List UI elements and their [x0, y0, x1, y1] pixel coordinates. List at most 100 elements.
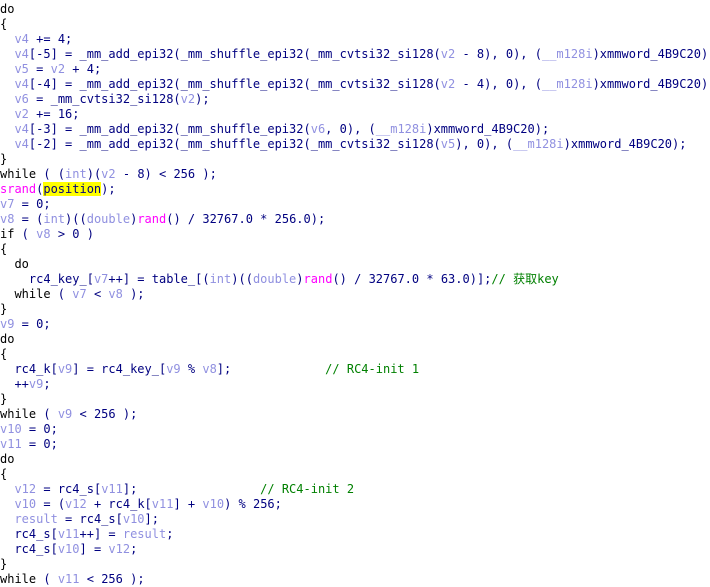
- intrinsic-function-name: _mm_cvtsi32_si128: [310, 47, 434, 61]
- code-line[interactable]: while ( v11 < 256 );: [0, 572, 710, 587]
- punctuation: (: [173, 77, 181, 91]
- code-line[interactable]: result = rc4_s[v10];: [0, 512, 710, 527]
- code-line[interactable]: }: [0, 392, 710, 407]
- punctuation: );: [122, 287, 145, 301]
- local-variable: v4: [14, 47, 29, 61]
- code-line[interactable]: v9 = 0;: [0, 317, 710, 332]
- punctuation: +=: [28, 32, 58, 46]
- type-name: __m128i: [375, 122, 427, 136]
- code-line[interactable]: }: [0, 302, 710, 317]
- punctuation: ;: [72, 107, 80, 121]
- code-line[interactable]: while ( v9 < 256 );: [0, 407, 710, 422]
- punctuation: [0, 77, 14, 91]
- local-variable: v7: [72, 287, 87, 301]
- punctuation: ] =: [50, 122, 80, 136]
- code-line[interactable]: if ( v8 > 0 ): [0, 227, 710, 242]
- code-line[interactable]: do: [0, 452, 710, 467]
- code-line[interactable]: rc4_key_[v7++] = table_[(int)((double)ra…: [0, 272, 710, 287]
- pseudocode-text-area[interactable]: do{ v4 += 4; v4[-5] = _mm_add_epi32(_mm_…: [0, 0, 710, 587]
- punctuation: );: [195, 92, 210, 106]
- code-line[interactable]: while ( v7 < v8 );: [0, 287, 710, 302]
- punctuation: =: [28, 62, 51, 76]
- numeric-literal: 4: [57, 32, 66, 46]
- code-line[interactable]: v5 = v2 + 4;: [0, 62, 710, 77]
- code-line[interactable]: v4[-4] = _mm_add_epi32(_mm_shuffle_epi32…: [0, 77, 710, 92]
- punctuation: [-: [28, 77, 44, 91]
- local-variable: v5: [14, 62, 29, 76]
- global-variable: rc4_s: [79, 512, 116, 526]
- code-line[interactable]: v7 = 0;: [0, 197, 710, 212]
- punctuation: ] =: [50, 47, 80, 61]
- code-line[interactable]: {: [0, 242, 710, 257]
- code-line[interactable]: do: [0, 2, 710, 17]
- punctuation: ;: [65, 32, 73, 46]
- local-variable: v8: [202, 362, 217, 376]
- punctuation: ,: [325, 122, 340, 136]
- punctuation: %: [180, 362, 203, 376]
- code-line[interactable]: {: [0, 17, 710, 32]
- intrinsic-function-name: _mm_add_epi32: [79, 77, 174, 91]
- numeric-literal: 0: [505, 77, 514, 91]
- local-variable: v12: [108, 542, 131, 556]
- punctuation: ), (: [346, 122, 376, 136]
- code-line[interactable]: ++v9;: [0, 377, 710, 392]
- code-line[interactable]: rc4_s[v10] = v12;: [0, 542, 710, 557]
- code-line[interactable]: srand(position);: [0, 182, 710, 197]
- code-line[interactable]: v4[-3] = _mm_add_epi32(_mm_shuffle_epi32…: [0, 122, 710, 137]
- punctuation: (: [303, 137, 311, 151]
- code-line[interactable]: rc4_k[v9] = rc4_key_[v9 % v8]; // RC4-in…: [0, 362, 710, 377]
- code-comment: // RC4-init 1: [325, 362, 420, 376]
- local-variable: result: [14, 512, 58, 526]
- code-line[interactable]: v4[-2] = _mm_add_epi32(_mm_shuffle_epi32…: [0, 137, 710, 152]
- code-line[interactable]: v8 = (int)((double)rand() / 32767.0 * 25…: [0, 212, 710, 227]
- code-line[interactable]: do: [0, 332, 710, 347]
- type-name: int: [43, 212, 66, 226]
- type-name: int: [65, 167, 87, 181]
- global-variable: xmmword_4B9C20: [433, 122, 535, 136]
- code-line[interactable]: v4[-5] = _mm_add_epi32(_mm_shuffle_epi32…: [0, 47, 710, 62]
- code-line[interactable]: {: [0, 347, 710, 362]
- global-variable: table_: [151, 272, 196, 286]
- punctuation: = (: [14, 212, 44, 226]
- punctuation: ): [426, 122, 434, 136]
- code-line[interactable]: v10 = 0;: [0, 422, 710, 437]
- punctuation: [: [50, 362, 58, 376]
- local-variable: v2: [14, 107, 29, 121]
- numeric-literal: 3: [43, 122, 51, 136]
- punctuation: ];: [216, 362, 232, 376]
- code-line[interactable]: v12 = rc4_s[v11]; // RC4-init 2: [0, 482, 710, 497]
- code-line[interactable]: v10 = (v12 + rc4_k[v11] + v10) % 256;: [0, 497, 710, 512]
- code-line[interactable]: do: [0, 257, 710, 272]
- punctuation: ): [592, 77, 600, 91]
- punctuation: )((: [231, 272, 253, 286]
- keyword: {: [0, 347, 8, 361]
- keyword: do: [0, 2, 15, 16]
- punctuation: [0, 542, 14, 556]
- keyword: }: [0, 152, 8, 166]
- code-line[interactable]: {: [0, 467, 710, 482]
- code-line[interactable]: v2 += 16;: [0, 107, 710, 122]
- local-variable: v6: [310, 122, 326, 136]
- numeric-literal: 4: [86, 62, 94, 76]
- punctuation: +: [65, 62, 87, 76]
- keyword: while: [0, 167, 37, 181]
- local-variable: v4: [14, 122, 29, 136]
- code-line[interactable]: }: [0, 557, 710, 572]
- code-line[interactable]: rc4_s[v11++] = result;: [0, 527, 710, 542]
- library-function-name: rand: [303, 272, 333, 286]
- code-line[interactable]: while ( (int)(v2 - 8) < 256 );: [0, 167, 710, 182]
- code-line[interactable]: v6 = _mm_cvtsi32_si128(v2);: [0, 92, 710, 107]
- punctuation: [0, 47, 14, 61]
- numeric-literal: 0: [72, 227, 80, 241]
- intrinsic-function-name: _mm_add_epi32: [79, 47, 174, 61]
- highlighted-identifier[interactable]: position: [43, 182, 102, 196]
- punctuation: ): [296, 272, 304, 286]
- punctuation: ): [563, 137, 571, 151]
- code-line[interactable]: v4 += 4;: [0, 32, 710, 47]
- code-line[interactable]: v11 = 0;: [0, 437, 710, 452]
- global-variable: xmmword_4B9C20: [599, 77, 701, 91]
- numeric-literal: 63.0: [440, 272, 470, 286]
- punctuation: (: [303, 77, 311, 91]
- punctuation: [: [144, 497, 152, 511]
- code-line[interactable]: }: [0, 152, 710, 167]
